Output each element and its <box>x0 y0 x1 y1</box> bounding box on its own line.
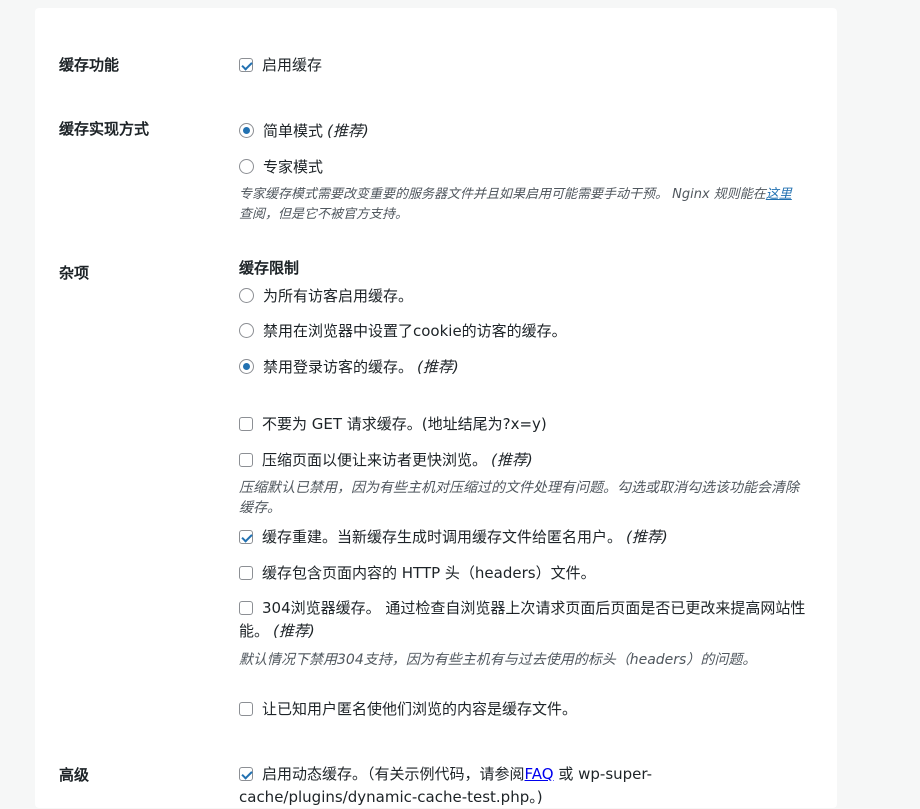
browser-304-label: 304浏览器缓存。 通过检查自浏览器上次请求页面后页面是否已更改来提高网站性能。 <box>239 599 806 640</box>
browser-304-option[interactable]: 304浏览器缓存。 通过检查自浏览器上次请求页面后页面是否已更改来提高网站性能。… <box>239 597 809 643</box>
simple-mode-radio[interactable] <box>239 123 254 138</box>
cache-http-headers-label: 缓存包含页面内容的 HTTP 头（headers）文件。 <box>262 564 596 582</box>
settings-panel <box>35 8 837 808</box>
section-label-cache-function: 缓存功能 <box>59 56 120 74</box>
no-get-cache-checkbox[interactable] <box>239 416 253 431</box>
disable-cookie-visitors-label: 禁用在浏览器中设置了cookie的访客的缓存。 <box>263 322 567 340</box>
enable-cache-label: 启用缓存 <box>262 56 323 74</box>
cache-rebuild-checkbox[interactable] <box>239 529 253 544</box>
dynamic-cache-checkbox[interactable] <box>239 767 253 781</box>
cache-rebuild-recommended: (推荐) <box>626 528 668 546</box>
compress-description: 压缩默认已禁用，因为有些主机对压缩过的文件处理有问题。勾选或取消勾选该功能会清除… <box>239 480 799 516</box>
simple-mode-option[interactable]: 简单模式 (推荐) <box>239 120 369 141</box>
disable-logged-visitors-radio[interactable] <box>239 359 254 374</box>
section-label-advanced: 高级 <box>59 766 90 784</box>
disable-logged-visitors-option[interactable]: 禁用登录访客的缓存。 (推荐) <box>239 356 459 377</box>
cache-rebuild-label: 缓存重建。当新缓存生成时调用缓存文件给匿名用户。 <box>262 528 623 546</box>
disable-logged-visitors-label: 禁用登录访客的缓存。 <box>263 358 414 376</box>
browser-304-checkbox[interactable] <box>239 601 253 615</box>
anon-known-users-checkbox[interactable] <box>239 701 253 716</box>
no-get-cache-label: 不要为 GET 请求缓存。(地址结尾为?x=y) <box>262 415 547 433</box>
expert-mode-option[interactable]: 专家模式 <box>239 156 323 177</box>
cache-all-visitors-option[interactable]: 为所有访客启用缓存。 <box>239 285 413 306</box>
section-label-misc: 杂项 <box>59 264 90 282</box>
disable-cookie-visitors-radio[interactable] <box>239 323 254 338</box>
enable-cache-option[interactable]: 启用缓存 <box>239 54 322 75</box>
expert-mode-radio[interactable] <box>239 159 254 174</box>
expert-mode-label: 专家模式 <box>263 158 324 176</box>
browser-304-recommended: (推荐) <box>273 622 315 640</box>
dynamic-cache-option[interactable]: 启用动态缓存。（有关示例代码，请参阅FAQ 或 wp-super-cache/p… <box>239 763 699 809</box>
faq-link[interactable]: FAQ <box>525 765 554 783</box>
dynamic-cache-label-1: 启用动态缓存。（有关示例代码，请参阅 <box>262 765 525 783</box>
anon-known-users-option[interactable]: 让已知用户匿名使他们浏览的内容是缓存文件。 <box>239 698 577 719</box>
section-label-cache-method: 缓存实现方式 <box>59 120 150 138</box>
compress-pages-option[interactable]: 压缩页面以便让来访者更快浏览。 (推荐) <box>239 449 533 470</box>
cache-rebuild-option[interactable]: 缓存重建。当新缓存生成时调用缓存文件给匿名用户。 (推荐) <box>239 526 668 547</box>
nginx-rules-link[interactable]: 这里 <box>766 187 792 202</box>
cache-all-visitors-radio[interactable] <box>239 288 254 303</box>
simple-mode-label: 简单模式 <box>263 122 324 140</box>
browser-304-description: 默认情况下禁用304支持，因为有些主机有与过去使用的标头（headers）的问题… <box>239 652 757 668</box>
cache-restrictions-heading: 缓存限制 <box>239 259 300 277</box>
compress-pages-checkbox[interactable] <box>239 452 253 467</box>
no-get-cache-option[interactable]: 不要为 GET 请求缓存。(地址结尾为?x=y) <box>239 413 547 434</box>
compress-pages-recommended: (推荐) <box>491 451 533 469</box>
cache-http-headers-option[interactable]: 缓存包含页面内容的 HTTP 头（headers）文件。 <box>239 562 596 583</box>
disable-cookie-visitors-option[interactable]: 禁用在浏览器中设置了cookie的访客的缓存。 <box>239 320 567 341</box>
cache-all-visitors-label: 为所有访客启用缓存。 <box>263 287 414 305</box>
enable-cache-checkbox[interactable] <box>239 57 253 72</box>
expert-mode-description: 专家缓存模式需要改变重要的服务器文件并且如果启用可能需要手动干预。 Nginx … <box>239 187 792 222</box>
disable-logged-visitors-recommended: (推荐) <box>417 358 459 376</box>
simple-mode-recommended: (推荐) <box>327 122 369 140</box>
compress-pages-label: 压缩页面以便让来访者更快浏览。 <box>262 451 488 469</box>
anon-known-users-label: 让已知用户匿名使他们浏览的内容是缓存文件。 <box>262 700 578 718</box>
cache-http-headers-checkbox[interactable] <box>239 565 253 580</box>
